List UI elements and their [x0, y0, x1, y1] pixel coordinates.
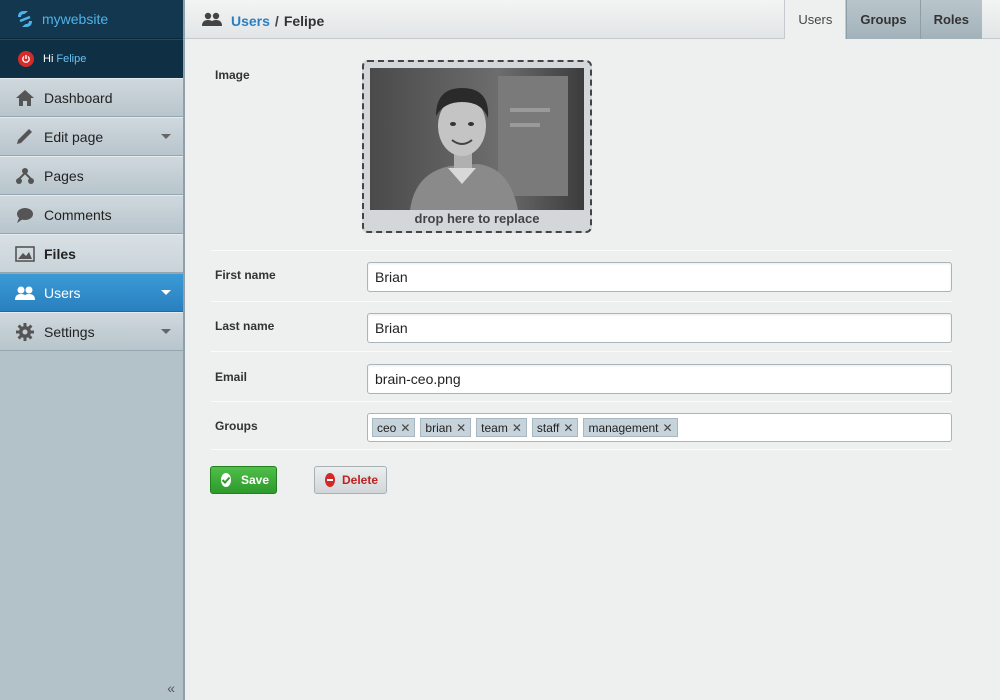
collapse-sidebar-icon[interactable]: «: [167, 680, 175, 696]
sidebar-item-label: Edit page: [44, 128, 104, 145]
delete-button[interactable]: Delete: [314, 466, 387, 494]
minus-circle-icon: [325, 473, 335, 487]
divider: [211, 449, 952, 450]
brand-name[interactable]: mywebsite: [42, 11, 108, 27]
remove-tag-icon[interactable]: ✕: [456, 421, 466, 435]
first-name-field[interactable]: [367, 262, 952, 292]
image-dropzone[interactable]: drop here to replace: [362, 60, 592, 233]
sidebar-item-files[interactable]: Files: [0, 234, 183, 273]
sitemap-icon: [14, 166, 36, 186]
groups-label: Groups: [215, 419, 258, 433]
gear-icon: [14, 322, 36, 342]
sidebar-item-label: Comments: [44, 206, 112, 223]
tag-label: management: [588, 420, 659, 435]
group-tag: brian ✕: [420, 418, 472, 437]
user-name[interactable]: Felipe: [56, 53, 86, 65]
image-label: Image: [215, 68, 250, 82]
tag-label: brian: [425, 420, 453, 435]
sidebar-item-label: Pages: [44, 167, 84, 184]
check-icon: [221, 473, 231, 487]
sidebar: mywebsite Hi Felipe Dashboard Edit page …: [0, 0, 185, 700]
sidebar-item-users[interactable]: Users: [0, 273, 183, 312]
greeting: Hi: [43, 53, 54, 65]
sidebar-item-label: Files: [44, 245, 76, 262]
tab-roles[interactable]: Roles: [919, 0, 982, 39]
tag-label: team: [481, 420, 508, 435]
breadcrumb: Users / Felipe: [201, 11, 324, 30]
users-icon: [14, 283, 36, 303]
user-edit-form: Image drop here to replace First name Br…: [185, 40, 1000, 700]
group-tag: ceo ✕: [372, 418, 416, 437]
header: Users / Felipe Users Groups Roles: [185, 0, 1000, 39]
brand-bar: mywebsite: [0, 0, 183, 39]
group-tag: management ✕: [583, 418, 678, 437]
comment-icon: [14, 205, 36, 225]
user-bar: Hi Felipe: [0, 39, 183, 78]
first-name-label: First name: [215, 268, 276, 282]
tab-groups[interactable]: Groups: [846, 0, 920, 39]
save-label: Save: [241, 473, 270, 487]
sidebar-item-settings[interactable]: Settings: [0, 312, 183, 351]
brand-logo-icon: [18, 11, 32, 27]
remove-tag-icon[interactable]: ✕: [563, 421, 573, 435]
email-field[interactable]: [367, 364, 952, 394]
image-icon: [14, 244, 36, 264]
divider: [211, 301, 952, 302]
tag-label: staff: [536, 420, 560, 435]
delete-label: Delete: [342, 473, 379, 487]
sidebar-item-dashboard[interactable]: Dashboard: [0, 78, 183, 117]
last-name-field[interactable]: [367, 313, 952, 343]
chevron-down-icon[interactable]: [161, 134, 171, 139]
chevron-down-icon[interactable]: [161, 329, 171, 334]
user-photo: [370, 68, 584, 210]
sidebar-item-comments[interactable]: Comments: [0, 195, 183, 234]
sidebar-item-label: Users: [44, 284, 81, 301]
save-button[interactable]: Save: [210, 466, 277, 494]
tab-users[interactable]: Users: [784, 0, 847, 39]
sidebar-nav: Dashboard Edit page Pages Comments Files…: [0, 78, 183, 351]
users-icon: [201, 11, 223, 30]
email-label: Email: [215, 370, 248, 384]
breadcrumb-current: Felipe: [283, 12, 325, 29]
group-tag: staff ✕: [531, 418, 579, 437]
sidebar-item-pages[interactable]: Pages: [0, 156, 183, 195]
tag-label: ceo: [377, 420, 397, 435]
divider: [211, 351, 952, 352]
group-tag: team ✕: [476, 418, 527, 437]
tab-bar: Users Groups Roles: [784, 0, 982, 39]
groups-tag-input[interactable]: ceo ✕ brian ✕ team ✕ staff ✕ management ✕: [367, 413, 952, 442]
power-icon[interactable]: [18, 51, 34, 67]
divider: [211, 401, 952, 402]
remove-tag-icon[interactable]: ✕: [512, 421, 522, 435]
last-name-label: Last name: [215, 319, 275, 333]
sidebar-item-label: Dashboard: [44, 89, 113, 106]
pencil-icon: [14, 127, 36, 147]
dropzone-text: drop here to replace: [414, 211, 540, 226]
remove-tag-icon[interactable]: ✕: [400, 421, 410, 435]
divider: [211, 250, 952, 251]
sidebar-item-edit-page[interactable]: Edit page: [0, 117, 183, 156]
chevron-down-icon[interactable]: [161, 290, 171, 295]
breadcrumb-separator: /: [274, 12, 279, 29]
remove-tag-icon[interactable]: ✕: [663, 421, 673, 435]
home-icon: [14, 88, 36, 108]
breadcrumb-users-link[interactable]: Users: [231, 13, 270, 29]
sidebar-item-label: Settings: [44, 323, 95, 340]
